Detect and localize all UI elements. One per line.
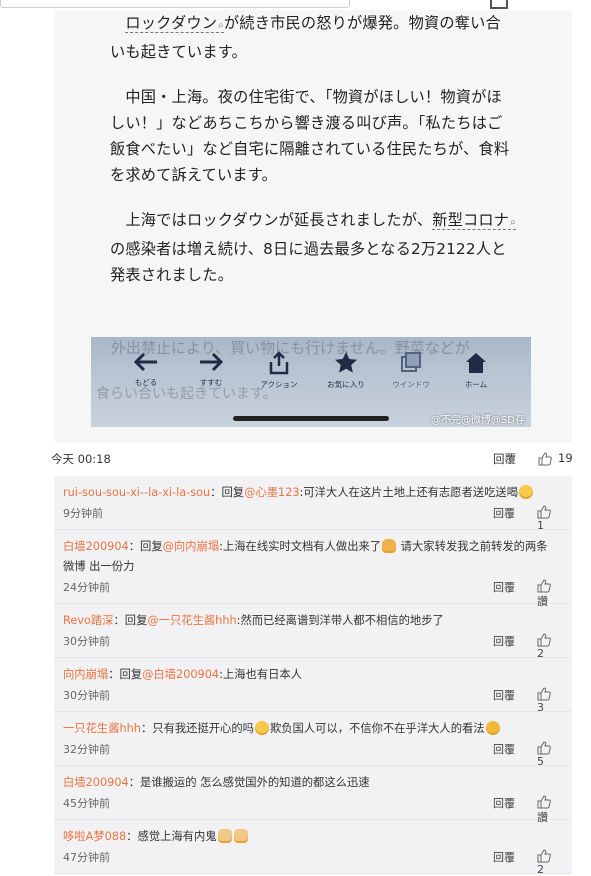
thumbs-up-icon xyxy=(538,451,552,465)
thumbs-up-icon xyxy=(537,741,551,755)
blush-emoji-icon xyxy=(254,721,269,735)
comment-author[interactable]: 白墙200904 xyxy=(63,776,129,789)
back-button[interactable]: もどる xyxy=(116,351,176,388)
window-icon xyxy=(401,352,421,372)
comment-time: 30分钟前 xyxy=(63,689,110,702)
comment-author[interactable]: 一只花生酱hhh xyxy=(63,722,141,735)
comment-footer: 30分钟前 回覆 3 xyxy=(63,685,563,714)
comment-footer: 45分钟前 回覆 讚 xyxy=(63,793,563,824)
like-button[interactable]: 2 xyxy=(537,633,563,660)
like-count: 2 xyxy=(537,863,544,876)
comment-author[interactable]: 白墙200904 xyxy=(63,540,129,553)
comment-time: 47分钟前 xyxy=(63,851,110,864)
star-icon xyxy=(335,352,357,373)
comment-item: 哆啦A梦088：感觉上海有内鬼 47分钟前 回覆 2 xyxy=(54,820,572,876)
reply-button[interactable]: 回覆 xyxy=(493,741,515,757)
comment-item: 白墙200904：是谁搬运的 怎么感觉国外的知道的都这么迅速 45分钟前 回覆 … xyxy=(54,766,572,824)
forward-arrow-icon xyxy=(200,352,224,372)
like-button[interactable]: 2 xyxy=(537,849,563,876)
comment-text: 向内崩塌：回复@白墙200904:上海也有日本人 xyxy=(63,668,303,681)
comment-time: 9分钟前 xyxy=(63,507,103,520)
reply-button[interactable]: 回覆 xyxy=(493,687,515,703)
safari-bottom-toolbar: 外出禁止により、買い物にも行けません。野菜などが 食らい合いも起きています。 も… xyxy=(91,337,531,427)
thumbs-up-icon xyxy=(537,633,551,647)
mention-link[interactable]: @向内崩塌 xyxy=(163,540,220,553)
back-arrow-icon xyxy=(133,352,157,372)
post-time: 今天 00:18 xyxy=(51,452,111,466)
lockdown-link[interactable]: ロックダウン⌕ xyxy=(125,14,224,33)
comment-text: rui-sou-sou-xi--la-xi-la-sou：回复@心墨123:可洋… xyxy=(63,483,563,503)
paragraph-2: 中国・上海。夜の住宅街で、「物資がほしい！物資がほしい！」などあちこちから響き渡… xyxy=(110,88,510,184)
reply-button[interactable]: 回覆 xyxy=(493,633,515,649)
cat-emoji-icon xyxy=(217,829,232,843)
smile-emoji-icon xyxy=(519,485,534,499)
thumbs-up-icon xyxy=(537,687,551,701)
comment-time: 32分钟前 xyxy=(63,743,110,756)
comment-item: rui-sou-sou-xi--la-xi-la-sou：回复@心墨123:可洋… xyxy=(54,476,572,532)
like-button[interactable]: 5 xyxy=(537,741,563,768)
forward-button[interactable]: すすむ xyxy=(181,351,241,388)
comment-author[interactable]: rui-sou-sou-xi--la-xi-la-sou xyxy=(63,486,210,499)
comment-time: 24分钟前 xyxy=(63,581,110,594)
post-reply-button[interactable]: 回覆 xyxy=(493,451,516,467)
comment-author[interactable]: 向内崩塌 xyxy=(63,668,108,681)
thumbs-up-icon xyxy=(537,505,551,519)
paragraph-3: 上海ではロックダウンが延長されましたが、新型コロナ⌕の感染者は増え続け、8日に過… xyxy=(110,211,516,284)
favorites-button[interactable]: お気に入り xyxy=(316,351,376,390)
like-button[interactable]: 1 xyxy=(537,505,563,532)
action-button[interactable]: アクション xyxy=(249,351,309,390)
covid-link[interactable]: 新型コロナ⌕ xyxy=(432,211,516,230)
reply-button[interactable]: 回覆 xyxy=(493,795,515,811)
comment-footer: 9分钟前 回覆 1 xyxy=(63,503,563,532)
menu-icon[interactable] xyxy=(545,0,559,7)
comment-footer: 47分钟前 回覆 2 xyxy=(63,847,563,876)
comment-time: 30分钟前 xyxy=(63,635,110,648)
comment-item: Revo踏深：回复@一只花生酱hhh:然而已经离谱到洋带人都不相信的地步了 30… xyxy=(54,604,572,660)
comment-text: Revo踏深：回复@一只花生酱hhh:然而已经离谱到洋带人都不相信的地步了 xyxy=(63,614,444,627)
pray-emoji-icon xyxy=(382,539,397,553)
home-icon xyxy=(466,353,486,373)
mention-link[interactable]: @白墙200904 xyxy=(142,668,219,681)
like-button[interactable]: 3 xyxy=(537,687,563,714)
comment-footer: 24分钟前 回覆 讚 xyxy=(63,577,563,608)
mention-link[interactable]: @心墨123 xyxy=(244,486,299,499)
comment-footer: 30分钟前 回覆 2 xyxy=(63,631,563,660)
thumbs-up-icon xyxy=(537,849,551,863)
tab-icon[interactable] xyxy=(490,0,508,9)
comment-footer: 32分钟前 回覆 5 xyxy=(63,739,563,768)
comment-text: 一只花生酱hhh：只有我还挺开心的吗 欺负国人可以，不信你不在乎洋大人的看法 xyxy=(63,719,563,739)
comment-item: 向内崩塌：回复@白墙200904:上海也有日本人 30分钟前 回覆 3 xyxy=(54,658,572,714)
home-indicator-bar xyxy=(233,416,389,421)
comment-item: 一只花生酱hhh：只有我还挺开心的吗 欺负国人可以，不信你不在乎洋大人的看法 32… xyxy=(54,712,572,768)
reply-button[interactable]: 回覆 xyxy=(493,505,515,521)
article-body: ロックダウン⌕が続き市民の怒りが爆発。物資の奪い合いも起きています。 中国・上海… xyxy=(110,10,516,307)
comment-text: 哆啦A梦088：感觉上海有内鬼 xyxy=(63,827,563,847)
window-button[interactable]: ウインドウ xyxy=(381,351,441,390)
comment-author[interactable]: 哆啦A梦088 xyxy=(63,830,126,843)
cat-emoji-icon xyxy=(233,829,248,843)
post-meta-row: 今天 00:18 回覆 19 xyxy=(51,451,573,469)
reply-button[interactable]: 回覆 xyxy=(493,579,515,595)
thumbs-up-icon xyxy=(537,795,551,809)
comment-text: 白墙200904：回复@向内崩塌:上海在线实时文档有人做出来了 请大家转发我之前… xyxy=(63,539,548,573)
comment-author[interactable]: Revo踏深 xyxy=(63,614,113,627)
home-button[interactable]: ホーム xyxy=(446,351,506,390)
comment-list: rui-sou-sou-xi--la-xi-la-sou：回复@心墨123:可洋… xyxy=(54,476,572,876)
paragraph-1: ロックダウン⌕が続き市民の怒りが爆発。物資の奪い合いも起きています。 xyxy=(110,14,501,61)
kiss-emoji-icon xyxy=(485,721,500,735)
article-screenshot: ロックダウン⌕が続き市民の怒りが爆発。物資の奪い合いも起きています。 中国・上海… xyxy=(54,10,572,442)
share-icon xyxy=(269,351,289,375)
mention-link[interactable]: @一只花生酱hhh xyxy=(147,614,236,627)
comment-time: 45分钟前 xyxy=(63,797,110,810)
search-magnifier-icon: ⌕ xyxy=(510,217,516,228)
search-input[interactable] xyxy=(0,0,350,8)
reply-button[interactable]: 回覆 xyxy=(493,849,515,865)
comment-item: 白墙200904：回复@向内崩塌:上海在线实时文档有人做出来了 请大家转发我之前… xyxy=(54,530,572,608)
comment-text: 白墙200904：是谁搬运的 怎么感觉国外的知道的都这么迅速 xyxy=(63,776,370,789)
thumbs-up-icon xyxy=(537,579,551,593)
post-like-count: 19 xyxy=(558,451,573,465)
post-like-button[interactable]: 19 xyxy=(538,451,573,466)
weibo-watermark: @不完@微博@SD存 xyxy=(430,415,525,426)
